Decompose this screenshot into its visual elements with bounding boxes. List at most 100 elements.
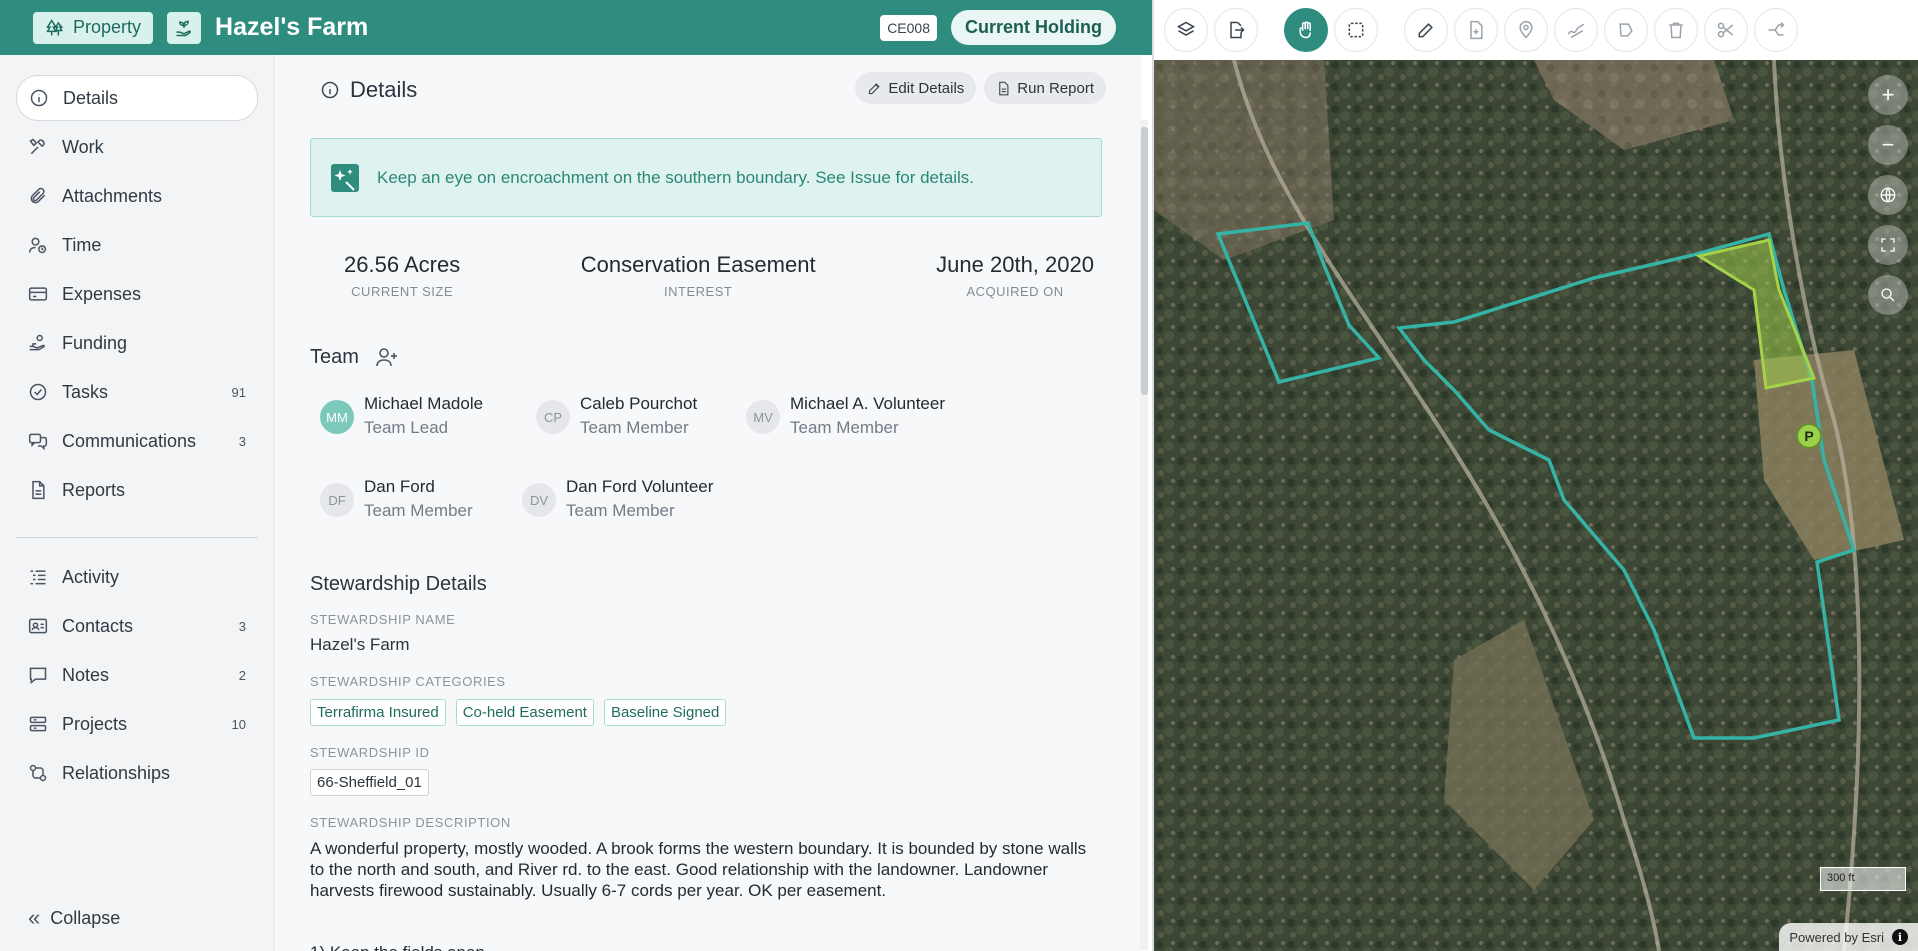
select-area-button[interactable] [1334, 8, 1378, 52]
sidebar-item-label: Projects [62, 713, 128, 734]
chat-bubbles-icon [28, 433, 48, 451]
sidebar-item-label: Tasks [62, 381, 109, 402]
satellite-map[interactable] [1154, 60, 1918, 951]
zoom-in-button[interactable]: + [1868, 75, 1908, 115]
stewardship-id-label: Stewardship ID [310, 745, 430, 760]
run-report-button[interactable]: Run Report [984, 72, 1106, 104]
sidebar-item-details[interactable]: Details [16, 75, 258, 121]
dashed-square-icon [1348, 22, 1364, 38]
split-shape-button[interactable] [1754, 8, 1798, 52]
team-member[interactable]: MM Michael Madole Team Lead [320, 393, 483, 439]
globe-button[interactable] [1868, 175, 1908, 215]
double-chevron-left-icon: « [28, 905, 41, 930]
team-member[interactable]: DV Dan Ford Volunteer Team Member [522, 476, 713, 522]
property-type-label: Property [73, 17, 142, 37]
sidebar-item-attachments[interactable]: Attachments [16, 173, 258, 219]
category-tag: Terrafirma Insured [310, 699, 446, 726]
property-type-button[interactable]: Property [33, 11, 154, 44]
check-circle-icon [29, 383, 47, 401]
stewardship-title: Stewardship Details [310, 573, 487, 595]
zoom-out-button[interactable]: − [1868, 125, 1908, 165]
member-name: Caleb Pourchot [580, 394, 698, 413]
delete-shape-button[interactable] [1654, 8, 1698, 52]
sidebar-item-time[interactable]: Time [16, 222, 258, 268]
sidebar-item-work[interactable]: Work [16, 124, 258, 170]
edit-icon [1418, 23, 1433, 38]
stat-label: Acquired On [966, 284, 1064, 299]
sidebar-item-count: 3 [238, 433, 246, 449]
sidebar-item-tasks[interactable]: Tasks 91 [16, 369, 258, 415]
document-icon [1470, 20, 1483, 40]
hand-coins-icon [29, 334, 45, 351]
alert-text: Keep an eye on encroachment on the south… [377, 167, 974, 187]
property-icon [167, 11, 202, 44]
layers-button[interactable] [1164, 8, 1208, 52]
member-name: Dan Ford [364, 477, 435, 496]
stewardship-description-list: 1) Keep the fields open [310, 943, 485, 951]
status-badge[interactable]: Current Holding [951, 10, 1116, 45]
map-search-button[interactable] [1868, 275, 1908, 315]
export-map-button[interactable] [1214, 8, 1258, 52]
sidebar-item-notes[interactable]: Notes 2 [16, 652, 258, 698]
avatar: MM [320, 400, 354, 434]
avatar: DF [320, 483, 354, 517]
info-icon[interactable]: i [1892, 929, 1908, 945]
collapse-sidebar-button[interactable]: « Collapse [28, 905, 120, 931]
edit-map-button[interactable] [1404, 8, 1448, 52]
sidebar-item-label: Relationships [62, 762, 171, 783]
draw-polygon-button[interactable] [1604, 8, 1648, 52]
team-member[interactable]: DF Dan Ford Team Member [320, 476, 473, 522]
sidebar-item-reports[interactable]: Reports [16, 467, 258, 513]
credit-card-icon [28, 287, 48, 301]
sidebar-item-label: Details [63, 87, 119, 108]
sidebar-item-expenses[interactable]: Expenses [16, 271, 258, 317]
property-code-badge: CE008 [880, 14, 937, 41]
sidebar-item-contacts[interactable]: Contacts 3 [16, 603, 258, 649]
property-header: Property Hazel's Farm CE008 Current Hold… [0, 0, 1152, 55]
category-tag: Co-held Easement [455, 699, 594, 726]
sidebar-divider [16, 537, 258, 538]
stewardship-name-value: Hazel's Farm [310, 635, 410, 654]
stewardship-name-label: Stewardship Name [310, 612, 456, 627]
edit-details-label: Edit Details [888, 79, 965, 97]
sidebar-item-label: Time [62, 234, 102, 255]
add-user-icon[interactable] [375, 345, 399, 369]
sidebar-item-funding[interactable]: Funding [16, 320, 258, 366]
map-toolbar [1154, 0, 1918, 60]
draw-line-button[interactable] [1554, 8, 1598, 52]
add-marker-button[interactable] [1504, 8, 1548, 52]
pan-tool-button[interactable] [1284, 8, 1328, 52]
globe-icon [1880, 187, 1896, 203]
tools-icon [29, 138, 45, 155]
team-member[interactable]: MV Michael A. Volunteer Team Member [746, 393, 945, 439]
fullscreen-button[interactable] [1868, 225, 1908, 265]
sidebar-item-label: Expenses [62, 283, 142, 304]
sparkle-note-icon [331, 163, 359, 192]
sidebar-item-label: Notes [62, 664, 110, 685]
avatar: DV [522, 483, 556, 517]
sidebar-item-activity[interactable]: Activity [16, 554, 258, 600]
sidebar-item-communications[interactable]: Communications 3 [16, 418, 258, 464]
contact-card-icon [28, 618, 48, 634]
stewardship-description: A wonderful property, mostly wooded. A b… [310, 839, 1087, 900]
sidebar-nav-primary: Details Work Attachments Time Expenses F… [0, 75, 274, 513]
map-document-button[interactable] [1454, 8, 1498, 52]
sidebar-item-count: 3 [238, 618, 246, 634]
sidebar-item-relationships[interactable]: Relationships [16, 750, 258, 796]
sidebar-item-label: Work [62, 136, 104, 157]
info-icon [30, 89, 48, 107]
cut-shape-button[interactable] [1704, 8, 1748, 52]
server-stack-icon [29, 716, 47, 732]
avatar: CP [536, 400, 570, 434]
parking-marker[interactable]: P [1796, 423, 1822, 449]
sidebar-item-projects[interactable]: Projects 10 [16, 701, 258, 747]
scrollbar-thumb[interactable] [1141, 127, 1148, 395]
stewardship-id-value: 66-Sheffield_01 [310, 769, 429, 796]
team-member[interactable]: CP Caleb Pourchot Team Member [536, 393, 697, 439]
edit-details-button[interactable]: Edit Details [855, 72, 977, 104]
edit-icon [869, 82, 881, 94]
user-clock-icon [28, 237, 47, 254]
sidebar-item-count: 91 [231, 384, 246, 400]
split-arrow-icon [1768, 21, 1785, 36]
paperclip-icon [30, 187, 46, 204]
